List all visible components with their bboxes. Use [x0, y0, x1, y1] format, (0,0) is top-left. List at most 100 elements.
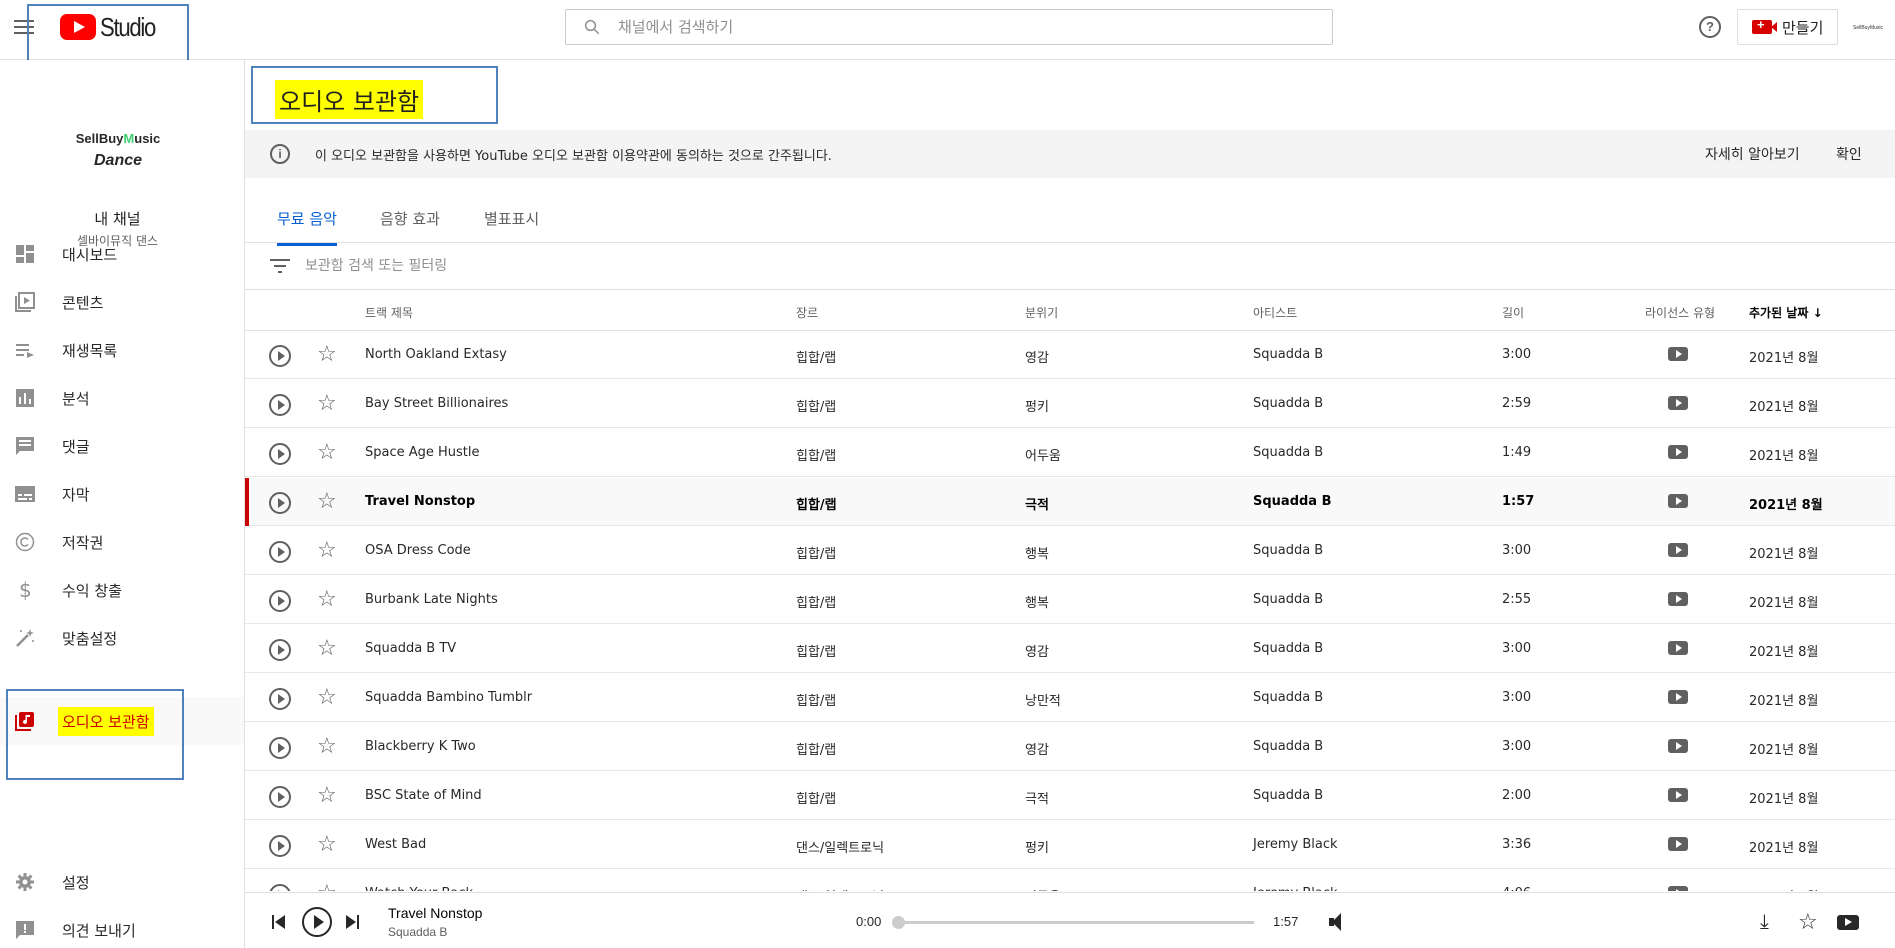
- channel-logo[interactable]: SellBuyMusic Dance: [58, 128, 178, 172]
- play-icon[interactable]: [269, 590, 291, 612]
- column-added-date[interactable]: 추가된 날짜 ↓: [1749, 304, 1823, 321]
- table-row[interactable]: ☆ Squadda B TV 힙합/랩 영감 Squadda B 3:00 2021년 8월: [245, 625, 1895, 673]
- sidebar-item-dashboard[interactable]: 대시보드: [0, 230, 244, 278]
- table-row[interactable]: ☆ Watch Your Back 댄스/일렉트로닉 어두움 Jeremy Black 4…: [245, 870, 1895, 891]
- column-title[interactable]: 트랙 제목: [365, 304, 413, 321]
- star-icon[interactable]: ☆: [317, 832, 337, 856]
- youtube-license-icon[interactable]: [1668, 543, 1688, 557]
- play-icon[interactable]: [269, 884, 291, 891]
- star-icon[interactable]: ☆: [317, 587, 337, 611]
- star-icon[interactable]: ☆: [317, 391, 337, 415]
- channel-title[interactable]: 내 채널: [0, 208, 235, 229]
- table-row[interactable]: ☆ Blackberry K Two 힙합/랩 영감 Squadda B 3:00 2021…: [245, 723, 1895, 771]
- info-icon: i: [270, 144, 290, 164]
- logo-highlight-box: [27, 4, 189, 62]
- next-track-icon[interactable]: [346, 915, 362, 929]
- create-button[interactable]: 만들기: [1737, 9, 1838, 45]
- star-icon[interactable]: ☆: [317, 538, 337, 562]
- table-row[interactable]: ☆ Space Age Hustle 힙합/랩 어두움 Squadda B 1:49 202…: [245, 429, 1895, 477]
- table-row[interactable]: ☆ Squadda Bambino Tumblr 힙합/랩 낭만적 Squadda B 3…: [245, 674, 1895, 722]
- play-icon[interactable]: [269, 541, 291, 563]
- tab-starred[interactable]: 별표표시: [484, 208, 539, 243]
- play-icon[interactable]: [269, 443, 291, 465]
- column-duration[interactable]: 길이: [1502, 304, 1524, 321]
- track-title: Squadda B TV: [365, 641, 457, 656]
- youtube-license-icon[interactable]: [1668, 445, 1688, 459]
- search-icon: [584, 19, 600, 35]
- track-title: Travel Nonstop: [365, 494, 476, 509]
- star-icon[interactable]: ☆: [317, 636, 337, 660]
- tab-free-music[interactable]: 무료 음악: [277, 208, 337, 246]
- player-progress-bar[interactable]: [897, 921, 1254, 924]
- previous-track-icon[interactable]: [272, 915, 288, 929]
- player-track-artist: Squadda B: [388, 925, 448, 939]
- tab-sound-effects[interactable]: 음향 효과: [380, 208, 440, 243]
- column-artist[interactable]: 아티스트: [1253, 304, 1297, 321]
- download-icon[interactable]: ⤓: [1760, 911, 1769, 934]
- star-icon[interactable]: ☆: [317, 342, 337, 366]
- play-icon[interactable]: [269, 492, 291, 514]
- table-row[interactable]: ☆ Bay Street Billionaires 힙합/랩 펑키 Squadda B 2…: [245, 380, 1895, 428]
- volume-icon[interactable]: [1329, 913, 1351, 931]
- star-icon[interactable]: ☆: [317, 734, 337, 758]
- star-icon[interactable]: ☆: [317, 440, 337, 464]
- youtube-license-icon[interactable]: [1668, 494, 1688, 508]
- sidebar-item-playlists[interactable]: 재생목록: [0, 326, 244, 374]
- sidebar-item-copyright[interactable]: 저작권: [0, 518, 244, 566]
- player-progress-thumb[interactable]: [892, 916, 905, 929]
- star-icon[interactable]: ☆: [317, 783, 337, 807]
- youtube-license-icon[interactable]: [1668, 837, 1688, 851]
- player-youtube-icon[interactable]: [1837, 915, 1859, 930]
- table-row[interactable]: ☆ Travel Nonstop 힙합/랩 극적 Squadda B 1:57 2021년 …: [245, 478, 1895, 526]
- player-star-icon[interactable]: ☆: [1798, 909, 1818, 935]
- table-row[interactable]: ☆ OSA Dress Code 힙합/랩 행복 Squadda B 3:00 2021년 …: [245, 527, 1895, 575]
- table-row[interactable]: ☆ BSC State of Mind 힙합/랩 극적 Squadda B 2:00 202…: [245, 772, 1895, 820]
- filter-icon[interactable]: [270, 259, 290, 273]
- notice-text: 이 오디오 보관함을 사용하면 YouTube 오디오 보관함 이용약관에 동의…: [315, 148, 832, 164]
- play-icon[interactable]: [269, 394, 291, 416]
- column-license[interactable]: 라이선스 유형: [1645, 304, 1715, 321]
- sidebar-item-analytics[interactable]: 분석: [0, 374, 244, 422]
- star-icon[interactable]: ☆: [317, 489, 337, 513]
- track-mood: 펑키: [1025, 400, 1049, 415]
- table-row[interactable]: ☆ North Oakland Extasy 힙합/랩 영감 Squadda B 3:00…: [245, 331, 1895, 379]
- youtube-license-icon[interactable]: [1668, 886, 1688, 891]
- library-filter-input[interactable]: [305, 258, 905, 274]
- help-icon[interactable]: ?: [1699, 16, 1721, 38]
- sidebar-item-label: 수익 창출: [62, 581, 122, 600]
- youtube-license-icon[interactable]: [1668, 347, 1688, 361]
- play-icon[interactable]: [269, 786, 291, 808]
- youtube-license-icon[interactable]: [1668, 690, 1688, 704]
- sidebar-item-feedback[interactable]: 의견 보내기: [0, 906, 244, 948]
- sidebar-item-settings[interactable]: 설정: [0, 858, 244, 906]
- table-row[interactable]: ☆ Burbank Late Nights 힙합/랩 행복 Squadda B 2:55 2…: [245, 576, 1895, 624]
- confirm-button[interactable]: 확인: [1836, 144, 1862, 164]
- learn-more-link[interactable]: 자세히 알아보기: [1705, 144, 1800, 164]
- play-icon[interactable]: [269, 688, 291, 710]
- sidebar-item-monetization[interactable]: $ 수익 창출: [0, 566, 244, 614]
- table-row[interactable]: ☆ West Bad 댄스/일렉트로닉 펑키 Jeremy Black 3:36 2021년…: [245, 821, 1895, 869]
- track-genre: 힙합/랩: [796, 547, 837, 562]
- youtube-license-icon[interactable]: [1668, 396, 1688, 410]
- player-play-icon[interactable]: [302, 907, 332, 937]
- star-icon[interactable]: ☆: [317, 685, 337, 709]
- column-genre[interactable]: 장르: [796, 304, 818, 321]
- sidebar-item-comments[interactable]: 댓글: [0, 422, 244, 470]
- youtube-license-icon[interactable]: [1668, 788, 1688, 802]
- play-icon[interactable]: [269, 345, 291, 367]
- sidebar-item-subtitles[interactable]: 자막: [0, 470, 244, 518]
- avatar[interactable]: SellBuyMusic: [1852, 12, 1884, 44]
- search-input[interactable]: [618, 14, 1318, 40]
- sidebar-item-content[interactable]: 콘텐츠: [0, 278, 244, 326]
- youtube-license-icon[interactable]: [1668, 592, 1688, 606]
- play-icon[interactable]: [269, 835, 291, 857]
- youtube-license-icon[interactable]: [1668, 739, 1688, 753]
- track-mood: 영감: [1025, 351, 1049, 366]
- youtube-license-icon[interactable]: [1668, 641, 1688, 655]
- terms-notice: i 이 오디오 보관함을 사용하면 YouTube 오디오 보관함 이용약관에 …: [245, 130, 1895, 178]
- column-mood[interactable]: 분위기: [1025, 304, 1058, 321]
- play-icon[interactable]: [269, 639, 291, 661]
- star-icon[interactable]: ☆: [317, 881, 337, 892]
- sidebar-item-customization[interactable]: 맞춤설정: [0, 614, 244, 662]
- play-icon[interactable]: [269, 737, 291, 759]
